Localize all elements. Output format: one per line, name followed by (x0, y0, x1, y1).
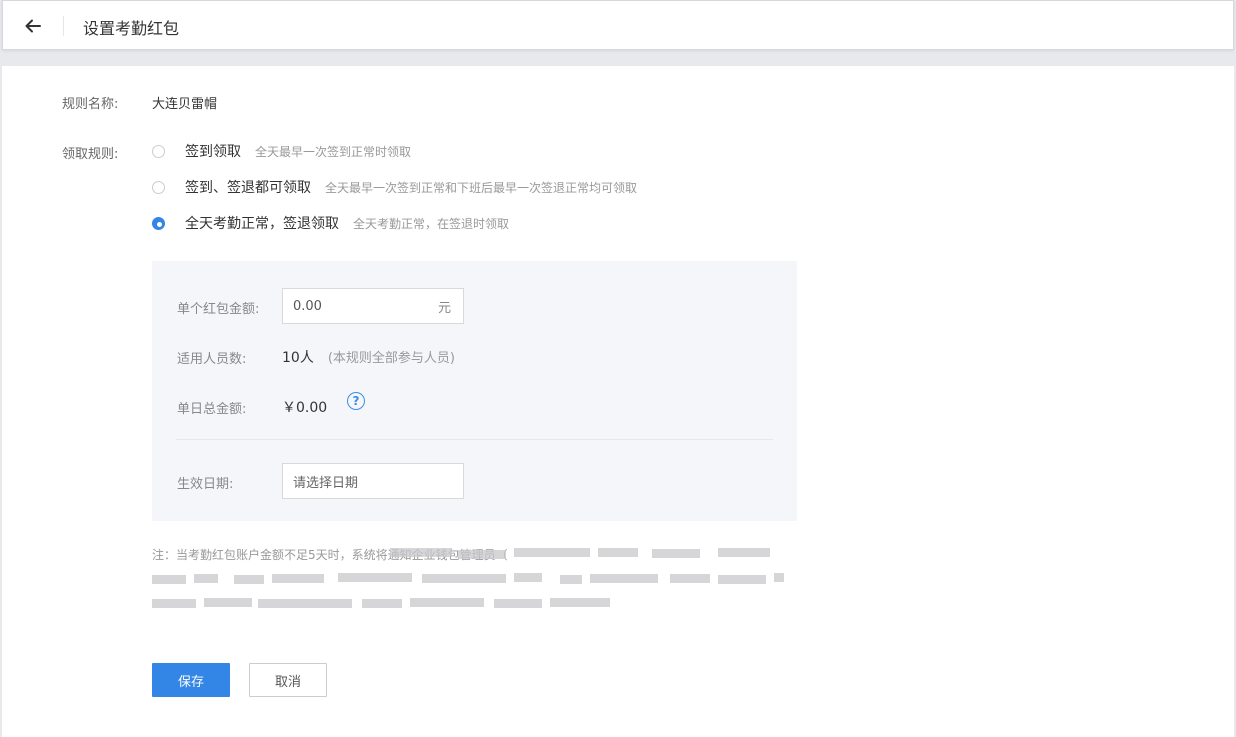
radio-option-desc: 全天考勤正常，在签退时领取 (353, 216, 510, 231)
radio-option-desc: 全天最早一次签到正常和下班后最早一次签退正常均可领取 (325, 180, 638, 195)
radio-option-desc: 全天最早一次签到正常时领取 (255, 144, 412, 159)
notice-intro: 注：当考勤红包账户金额不足5天时，系统将通知企业钱包管理员（ (152, 548, 508, 562)
back-button[interactable] (19, 13, 47, 39)
rule-label: 领取规则: (62, 147, 119, 162)
page-title: 设置考勤红包 (83, 19, 180, 38)
people-note: (本规则全部参与人员) (327, 351, 455, 366)
main-content: 规则名称: 大连贝雷帽 领取规则: 签到领取 全天最早一次签到正常时领取 签到、… (2, 66, 1234, 737)
question-circle-icon[interactable]: ? (347, 392, 365, 410)
panel-divider (176, 439, 773, 440)
amount-label: 单个红包金额: (177, 302, 260, 317)
radio-option-title: 全天考勤正常，签退领取 (185, 216, 339, 232)
arrow-left-icon (25, 19, 41, 33)
date-label: 生效日期: (177, 477, 234, 492)
date-picker-input[interactable]: 请选择日期 (282, 463, 464, 499)
total-label: 单日总金额: (177, 402, 247, 417)
date-placeholder: 请选择日期 (293, 475, 359, 491)
cancel-button[interactable]: 取消 (249, 663, 327, 697)
total-value: ￥0.00 (282, 400, 328, 416)
radio-button[interactable] (152, 144, 165, 158)
amount-input-value: 0.00 (293, 298, 322, 314)
save-button[interactable]: 保存 (152, 663, 230, 697)
settings-panel: 单个红包金额: 0.00 元 适用人员数: 10人 (本规则全部参与人员) 单日总… (152, 261, 797, 521)
radio-option-checkin[interactable]: 签到领取 全天最早一次签到正常时领取 (152, 141, 411, 161)
app-frame: 设置考勤红包 规则名称: 大连贝雷帽 领取规则: 签到领取 全天最早一次签到正常… (2, 0, 1234, 737)
rule-name-value: 大连贝雷帽 (152, 97, 218, 112)
people-value: 10人 (282, 350, 314, 366)
people-label: 适用人员数: (177, 352, 247, 367)
top-bar: 设置考勤红包 (2, 0, 1234, 50)
people-count: 10人 (本规则全部参与人员) (282, 347, 455, 367)
amount-unit: 元 (437, 300, 451, 316)
radio-option-fullday[interactable]: 全天考勤正常，签退领取 全天考勤正常，在签退时领取 (152, 213, 509, 233)
amount-input[interactable]: 0.00 元 (282, 288, 464, 324)
radio-button-checked[interactable] (152, 216, 165, 230)
header-divider (63, 16, 64, 36)
rule-name-label: 规则名称: (62, 97, 119, 112)
radio-option-title: 签到、签退都可领取 (185, 180, 311, 196)
radio-option-title: 签到领取 (185, 144, 241, 160)
radio-button[interactable] (152, 180, 165, 194)
radio-option-checkin-checkout[interactable]: 签到、签退都可领取 全天最早一次签到正常和下班后最早一次签退正常均可领取 (152, 177, 637, 197)
